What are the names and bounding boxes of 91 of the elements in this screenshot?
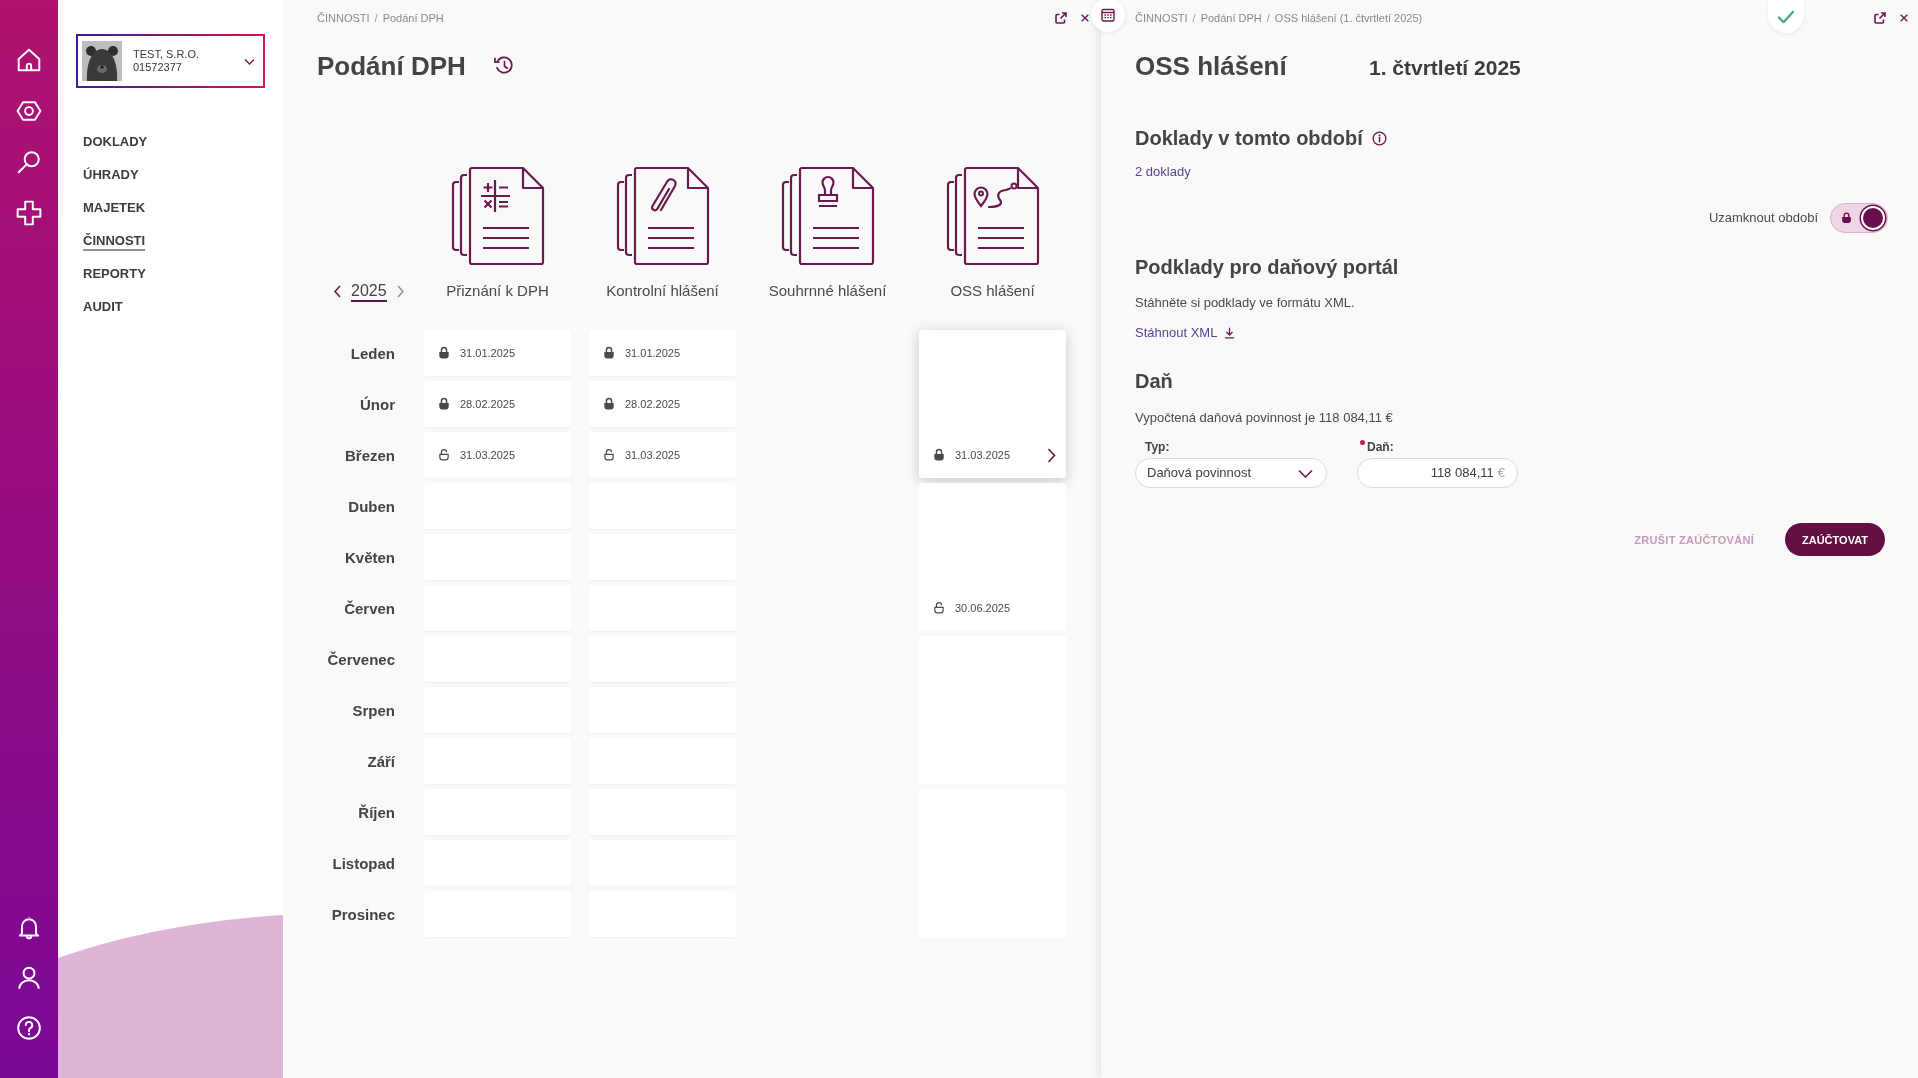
user-icon[interactable] xyxy=(16,965,42,991)
due-date: 31.03.2025 xyxy=(460,448,516,462)
section-heading: Daň xyxy=(1135,369,1174,394)
due-date: 31.01.2025 xyxy=(625,346,681,360)
due-date: 28.02.2025 xyxy=(625,397,681,411)
column-heading: Kontrolní hlášení xyxy=(606,281,719,301)
home-icon[interactable] xyxy=(16,47,42,73)
plus-icon[interactable] xyxy=(16,200,42,226)
info-icon[interactable] xyxy=(1371,130,1387,146)
month-label: Duben xyxy=(348,496,395,516)
post-button[interactable]: ZAÚČTOVAT xyxy=(1785,523,1885,556)
page-title: Podání DPH xyxy=(317,50,466,82)
checkmark-icon xyxy=(1777,8,1795,25)
nav-item[interactable]: MAJETEK xyxy=(83,199,146,218)
month-label: Březen xyxy=(344,445,395,465)
due-date: 28.02.2025 xyxy=(460,397,516,411)
section-heading: Doklady v tomto období xyxy=(1135,126,1363,151)
company-id: 01572377 xyxy=(133,61,183,74)
month-label: Prosinec xyxy=(331,904,395,924)
month-label: Září xyxy=(367,751,395,771)
nav-item[interactable]: ÚHRADY xyxy=(83,166,139,185)
close-icon[interactable] xyxy=(1080,13,1090,23)
nav-item[interactable]: ČINNOSTI xyxy=(83,232,146,251)
company-selector[interactable]: TEST, S.R.O. 01572377 xyxy=(76,34,265,88)
month-cell[interactable]: 28.02.2025 xyxy=(424,381,571,427)
padlock-closed-icon xyxy=(1841,212,1852,224)
period-title: 1. čtvrtletí 2025 xyxy=(1369,55,1521,81)
paperclip-document-icon xyxy=(614,166,711,266)
year-selector[interactable]: 2025 xyxy=(351,280,387,302)
due-date: 31.03.2025 xyxy=(625,448,681,462)
month-label: Listopad xyxy=(332,853,395,873)
search-icon[interactable] xyxy=(16,149,42,175)
section-text: Stáhněte si podklady ve formátu XML. xyxy=(1135,294,1356,312)
download-xml-link[interactable]: Stáhnout XML xyxy=(1135,324,1236,342)
month-label: Červen xyxy=(344,598,395,618)
external-link-icon[interactable] xyxy=(1874,12,1886,24)
calendar-tab[interactable] xyxy=(1091,0,1125,32)
month-label: Červenec xyxy=(327,649,395,669)
breadcrumb-separator: / xyxy=(374,11,378,25)
due-date: 31.01.2025 xyxy=(460,346,516,360)
month-cell[interactable]: 31.01.2025 xyxy=(589,330,736,376)
month-label: Květen xyxy=(344,547,395,567)
calendar-icon xyxy=(1101,8,1115,22)
nav-item[interactable]: DOKLADY xyxy=(83,133,148,152)
chevron-right-icon[interactable] xyxy=(1047,447,1056,463)
hexagon-nut-icon[interactable] xyxy=(16,98,42,124)
month-cell[interactable]: 31.01.2025 xyxy=(424,330,571,376)
quarter-card[interactable]: 30.06.2025 xyxy=(919,483,1066,631)
calculation-document-icon xyxy=(449,166,546,266)
chevron-down-icon xyxy=(1298,468,1313,478)
month-cell[interactable]: 31.03.2025 xyxy=(424,432,571,478)
month-label: Říjen xyxy=(358,802,395,822)
toggle-label: Uzamknout období xyxy=(1708,209,1818,227)
column-heading: Souhrnné hlášení xyxy=(768,281,887,301)
month-cell[interactable]: 28.02.2025 xyxy=(589,381,736,427)
stamp-document-icon xyxy=(779,166,876,266)
external-link-icon[interactable] xyxy=(1055,12,1067,24)
chevron-left-icon[interactable] xyxy=(333,284,342,298)
close-icon[interactable] xyxy=(1899,13,1909,23)
breadcrumb-current: Podání DPH xyxy=(382,11,444,25)
detail-title: OSS hlášení xyxy=(1135,50,1289,82)
breadcrumb-separator: / xyxy=(1192,11,1196,25)
type-dropdown[interactable]: Daňová povinnost xyxy=(1135,458,1327,488)
tax-summary: Vypočtená daňová povinnost je 118 084,11 € xyxy=(1135,409,1394,427)
breadcrumb-separator: / xyxy=(1266,11,1270,25)
column-heading: Přiznání k DPH xyxy=(446,281,549,301)
lock-period-toggle[interactable] xyxy=(1830,203,1888,233)
month-label: Leden xyxy=(350,343,395,363)
help-icon[interactable] xyxy=(16,1015,42,1041)
due-date: 31.03.2025 xyxy=(955,448,1011,462)
bear-avatar xyxy=(82,41,122,81)
quarter-card[interactable]: 31.03.2025 xyxy=(919,330,1066,478)
history-icon[interactable] xyxy=(493,56,514,76)
nav-item[interactable]: REPORTY xyxy=(83,265,146,284)
column-heading: OSS hlášení xyxy=(950,281,1035,301)
chevron-down-icon xyxy=(244,57,255,65)
section-heading: Podklady pro daňový portál xyxy=(1135,255,1400,280)
field-label: Daň: xyxy=(1367,439,1394,455)
bell-icon[interactable] xyxy=(16,915,42,941)
month-cell[interactable]: 31.03.2025 xyxy=(589,432,736,478)
nav-item[interactable]: AUDIT xyxy=(83,298,123,317)
month-label: Srpen xyxy=(352,700,395,720)
documents-link[interactable]: 2 doklady xyxy=(1135,163,1191,181)
month-label: Únor xyxy=(360,394,395,414)
due-date: 30.06.2025 xyxy=(955,601,1011,615)
breadcrumb-current: OSS hlášení (1. čtvrtletí 2025) xyxy=(1274,11,1423,25)
map-pin-document-icon xyxy=(944,166,1041,266)
tax-amount-field[interactable]: 118 084,11 € xyxy=(1357,458,1518,488)
field-label: Typ: xyxy=(1145,439,1170,455)
company-name: TEST, S.R.O. xyxy=(133,48,199,61)
download-icon xyxy=(1224,327,1236,339)
